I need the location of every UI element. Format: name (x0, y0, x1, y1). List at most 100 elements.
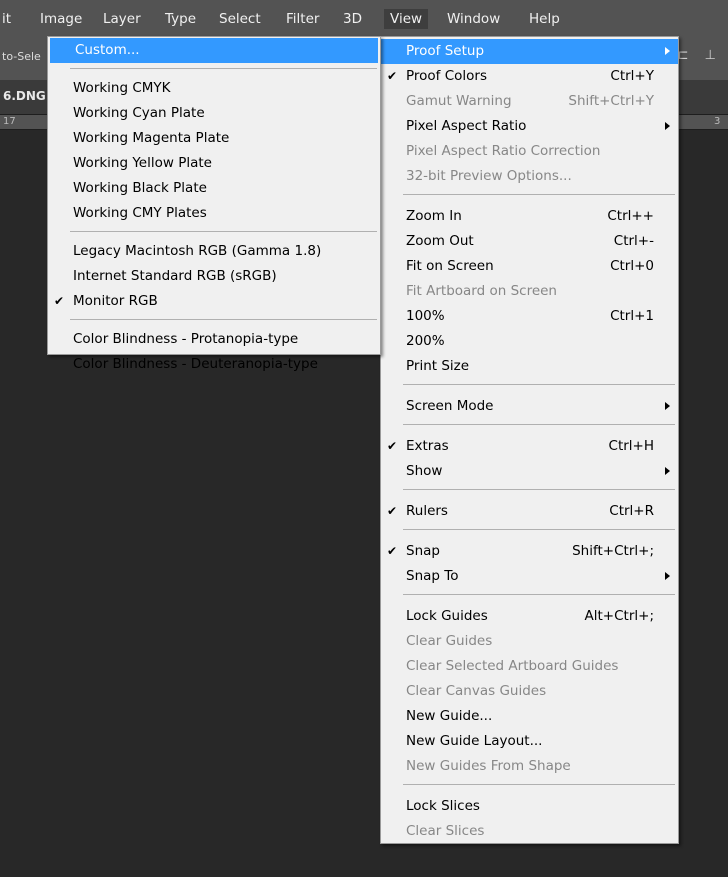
menu-image[interactable]: Image (34, 9, 88, 29)
proof-setup-submenu: Custom... Working CMYK Working Cyan Plate W… (47, 36, 381, 372)
view-menu: Proof Setup ✔ Proof Colors Ctrl+Y Gamut Warn… (380, 36, 679, 844)
menu-item-working-black-plate[interactable]: Working Black Plate (48, 176, 380, 201)
menu-item-rulers[interactable]: ✔ Rulers Ctrl+R (381, 499, 678, 524)
menu-separator (403, 194, 675, 195)
menu-item-label: Custom... (75, 42, 140, 58)
menu-item-label: 200% (406, 333, 445, 349)
menu-item-200[interactable]: 200% (381, 329, 678, 354)
menu-item-shortcut: Ctrl+R (609, 503, 654, 519)
submenu-arrow-icon (665, 47, 670, 55)
menu-item-label: Clear Slices (406, 823, 485, 839)
menu-item-proof-colors[interactable]: ✔ Proof Colors Ctrl+Y (381, 64, 678, 89)
menu-item-label: Legacy Macintosh RGB (Gamma 1.8) (73, 243, 322, 259)
menu-item-working-magenta-plate[interactable]: Working Magenta Plate (48, 126, 380, 151)
menu-item-label: Zoom Out (406, 233, 474, 249)
submenu-arrow-icon (665, 402, 670, 410)
menu-help[interactable]: Help (523, 9, 566, 29)
menu-item-shortcut: Shift+Ctrl+; (572, 543, 654, 559)
menu-item-screen-mode[interactable]: Screen Mode (381, 394, 678, 419)
menu-item-label: Pixel Aspect Ratio Correction (406, 143, 601, 159)
checkmark-icon: ✔ (387, 504, 398, 518)
menu-item-label: Lock Guides (406, 608, 488, 624)
menu-view[interactable]: View (384, 9, 429, 29)
menu-item-fit-artboard-on-screen: Fit Artboard on Screen (381, 279, 678, 304)
menu-item-fit-on-screen[interactable]: Fit on Screen Ctrl+0 (381, 254, 678, 279)
menu-item-working-cyan-plate[interactable]: Working Cyan Plate (48, 101, 380, 126)
menu-item-working-cmyk[interactable]: Working CMYK (48, 76, 380, 101)
menu-separator (403, 489, 675, 490)
menu-item-label: Snap To (406, 568, 459, 584)
align-icons[interactable]: ⊏ ⊥ (678, 48, 722, 63)
menu-item-new-guides-from-shape: New Guides From Shape (381, 754, 678, 779)
menu-item-32-bit-preview-options: 32-bit Preview Options... (381, 164, 678, 189)
menu-separator (70, 319, 377, 320)
menu-item-label: Show (406, 463, 443, 479)
menu-layer[interactable]: Layer (97, 9, 147, 29)
menu-item-label: Clear Selected Artboard Guides (406, 658, 619, 674)
auto-select-option[interactable]: to-Sele (2, 50, 41, 63)
menu-item-color-blindness-deuteranopia-type[interactable]: Color Blindness - Deuteranopia-type (48, 352, 380, 377)
submenu-arrow-icon (665, 122, 670, 130)
menu-item-label: 100% (406, 308, 445, 324)
menu-item-pixel-aspect-ratio-correction: Pixel Aspect Ratio Correction (381, 139, 678, 164)
menu-item-label: Working Magenta Plate (73, 130, 230, 146)
menu-item-label: New Guide... (406, 708, 493, 724)
menu-separator (403, 784, 675, 785)
menu-item-clear-slices: Clear Slices (381, 819, 678, 844)
document-tab[interactable]: 6.DNG (3, 89, 46, 103)
menu-item-clear-guides: Clear Guides (381, 629, 678, 654)
menu-item-show[interactable]: Show (381, 459, 678, 484)
menu-item-working-yellow-plate[interactable]: Working Yellow Plate (48, 151, 380, 176)
menu-item-shortcut: Ctrl+0 (610, 258, 654, 274)
menu-item-label: Clear Canvas Guides (406, 683, 547, 699)
menu-separator (403, 594, 675, 595)
menu-item-label: Pixel Aspect Ratio (406, 118, 527, 134)
menu-item-zoom-out[interactable]: Zoom Out Ctrl+- (381, 229, 678, 254)
menu-item-new-guide-layout[interactable]: New Guide Layout... (381, 729, 678, 754)
menu-item-lock-slices[interactable]: Lock Slices (381, 794, 678, 819)
submenu-arrow-icon (665, 572, 670, 580)
menu-window[interactable]: Window (441, 9, 506, 29)
checkmark-icon: ✔ (387, 69, 398, 83)
menu-item-shortcut: Ctrl+H (608, 438, 654, 454)
menu-item-extras[interactable]: ✔ Extras Ctrl+H (381, 434, 678, 459)
menu-item-label: Zoom In (406, 208, 462, 224)
menu-item-snap[interactable]: ✔ Snap Shift+Ctrl+; (381, 539, 678, 564)
menu-item-snap-to[interactable]: Snap To (381, 564, 678, 589)
menu-item-shortcut: Ctrl+1 (610, 308, 654, 324)
menu-item-pixel-aspect-ratio[interactable]: Pixel Aspect Ratio (381, 114, 678, 139)
menu-item-label: Extras (406, 438, 449, 454)
menu-item-internet-standard-rgb-srgb[interactable]: Internet Standard RGB (sRGB) (48, 264, 380, 289)
menu-item-working-cmy-plates[interactable]: Working CMY Plates (48, 201, 380, 226)
menu-item-color-blindness-protanopia-type[interactable]: Color Blindness - Protanopia-type (48, 327, 380, 352)
menu-item-label: Color Blindness - Deuteranopia-type (73, 356, 318, 372)
menu-item-monitor-rgb[interactable]: ✔ Monitor RGB (48, 289, 380, 314)
checkmark-icon: ✔ (387, 439, 398, 453)
menu-item-shortcut: Ctrl++ (607, 208, 654, 224)
menu-item-label: 32-bit Preview Options... (406, 168, 572, 184)
menu-item-label: Screen Mode (406, 398, 494, 414)
menu-item-lock-guides[interactable]: Lock Guides Alt+Ctrl+; (381, 604, 678, 629)
menu-separator (70, 231, 377, 232)
menu-item-label: New Guide Layout... (406, 733, 543, 749)
menu-3d[interactable]: 3D (337, 9, 368, 29)
menu-item-label: Proof Colors (406, 68, 487, 84)
menu-item-new-guide[interactable]: New Guide... (381, 704, 678, 729)
ruler-tick-label: 3 (714, 116, 721, 127)
menu-item-custom[interactable]: Custom... (50, 38, 378, 63)
menu-select[interactable]: Select (213, 9, 267, 29)
menu-item-print-size[interactable]: Print Size (381, 354, 678, 379)
menu-item-label: Working CMYK (73, 80, 171, 96)
menu-filter[interactable]: Filter (280, 9, 325, 29)
menu-item-label: Working Black Plate (73, 180, 207, 196)
menu-item-zoom-in[interactable]: Zoom In Ctrl++ (381, 204, 678, 229)
menu-item-proof-setup[interactable]: Proof Setup (381, 39, 678, 64)
menu-item-label: Fit on Screen (406, 258, 494, 274)
submenu-arrow-icon (665, 467, 670, 475)
menu-item-label: New Guides From Shape (406, 758, 571, 774)
menu-edit[interactable]: it (0, 9, 17, 29)
menu-item-100[interactable]: 100% Ctrl+1 (381, 304, 678, 329)
menu-separator (403, 424, 675, 425)
menu-item-legacy-macintosh-rgb-gamma-1-8[interactable]: Legacy Macintosh RGB (Gamma 1.8) (48, 239, 380, 264)
menu-type[interactable]: Type (159, 9, 202, 29)
